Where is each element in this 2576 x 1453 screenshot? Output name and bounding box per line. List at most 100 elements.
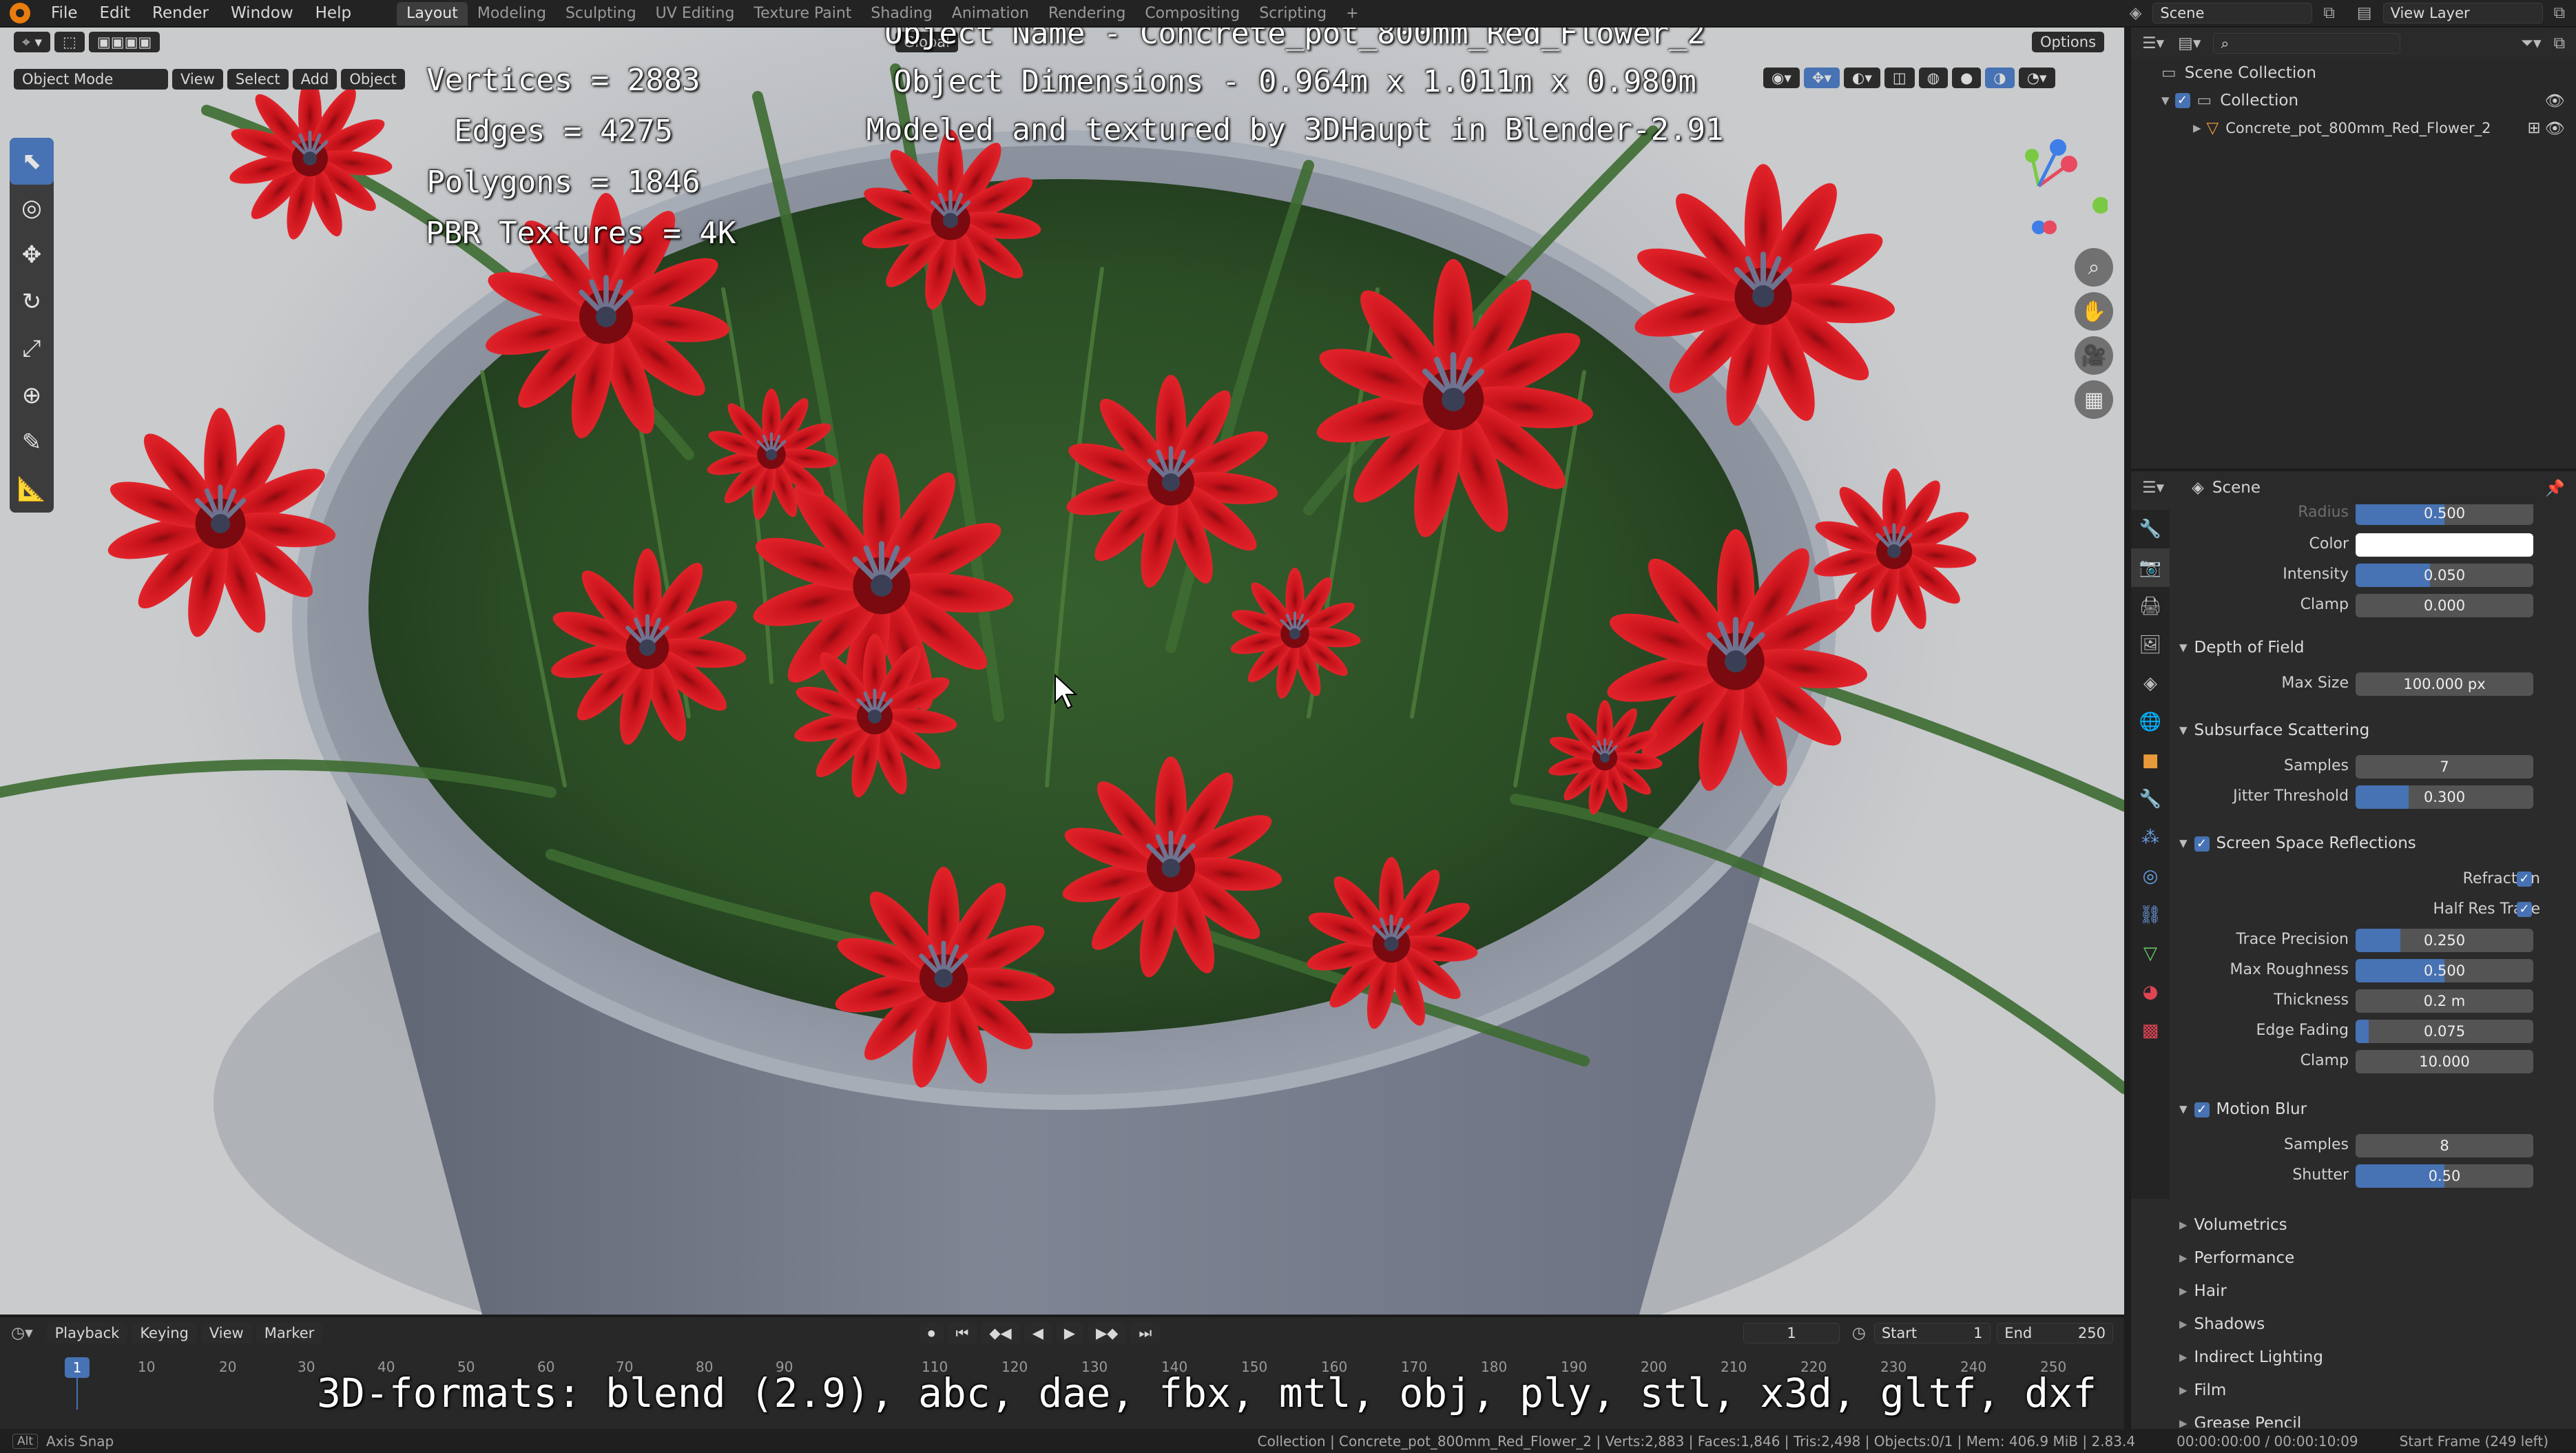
options-button[interactable]: Options — [2032, 32, 2105, 52]
outliner-row-scene-collection[interactable]: ▭ Scene Collection — [2131, 59, 2576, 87]
half-res-trace-checkbox[interactable]: ✓ — [2517, 902, 2532, 917]
camera-view-icon[interactable]: 🎥 — [2075, 336, 2113, 375]
new-collection-icon[interactable]: ⧉ — [2554, 34, 2565, 52]
tool-tab-icon[interactable]: 🔧 — [2131, 510, 2170, 548]
panel-subsurface-scattering[interactable]: ▾ Subsurface Scattering — [2170, 715, 2576, 745]
modifier-icon[interactable]: ⊞ — [2528, 119, 2541, 137]
panel-screen-space-reflections[interactable]: ▾ ✓ Screen Space Reflections — [2170, 828, 2576, 858]
ssr-clamp-field[interactable]: 10.000 — [2356, 1050, 2533, 1073]
menu-keying[interactable]: Keying — [132, 1323, 197, 1343]
measure-tool-icon[interactable]: 📐 — [10, 466, 54, 513]
expand-arrow-icon[interactable]: ▸ — [2193, 119, 2201, 137]
pin-icon[interactable]: 📌 — [2545, 479, 2565, 497]
shading-solid-icon[interactable]: ● — [1952, 68, 1982, 88]
shading-rendered-icon[interactable]: ◔▾ — [2018, 68, 2055, 88]
tab-scripting[interactable]: Scripting — [1249, 2, 1336, 25]
outliner-row-collection[interactable]: ▾ ✓ ▭ Collection 👁 — [2131, 87, 2576, 114]
collapse-arrow-icon[interactable]: ▾ — [2161, 92, 2170, 110]
menu-select[interactable]: Select — [227, 69, 289, 90]
sss-samples-field[interactable]: 7 — [2356, 755, 2533, 779]
shading-material-icon[interactable]: ◑ — [1985, 68, 2015, 88]
outliner-row-object[interactable]: ▸ ▽ Concrete_pot_800mm_Red_Flower_2 ⊞ 👁 — [2131, 114, 2576, 142]
tab-layout[interactable]: Layout — [397, 2, 468, 25]
mb-samples-field[interactable]: 8 — [2356, 1134, 2533, 1157]
modifier-tab-icon[interactable]: 🔧 — [2131, 780, 2170, 818]
start-frame-field[interactable]: Start 1 — [1873, 1323, 1991, 1343]
play-reverse-icon[interactable]: ◀ — [1024, 1323, 1052, 1343]
jitter-threshold-slider[interactable]: 0.300 — [2356, 785, 2533, 809]
record-icon[interactable]: ⏺ — [920, 1323, 944, 1343]
select-box-icon[interactable]: ⬚ — [54, 32, 85, 52]
particles-tab-icon[interactable]: ⁂ — [2131, 818, 2170, 857]
panel-motion-blur[interactable]: ▾ ✓ Motion Blur — [2170, 1094, 2576, 1124]
clamp-field[interactable]: 0.000 — [2356, 594, 2533, 617]
thickness-field[interactable]: 0.2 m — [2356, 989, 2533, 1013]
tab-animation[interactable]: Animation — [942, 2, 1039, 25]
overlay-icon[interactable]: ◐▾ — [1844, 68, 1880, 88]
menu-help[interactable]: Help — [304, 0, 362, 26]
panel-hair[interactable]: ▸ Hair — [2170, 1276, 2576, 1306]
cursor-tool-icon[interactable]: ◎ — [10, 185, 54, 231]
prev-keyframe-icon[interactable]: ◆◀ — [981, 1323, 1020, 1343]
data-tab-icon[interactable]: ▽ — [2131, 934, 2170, 973]
shutter-slider[interactable]: 0.50 — [2356, 1164, 2533, 1188]
play-icon[interactable]: ▶ — [1055, 1323, 1084, 1343]
timeline-editor-icon[interactable]: ◷▾ — [11, 1324, 33, 1342]
editor-type-icon[interactable]: ⌖ ▾ — [14, 32, 51, 52]
menu-playback[interactable]: Playback — [46, 1323, 128, 1343]
menu-add[interactable]: Add — [292, 69, 337, 90]
blender-logo-icon[interactable] — [10, 3, 30, 23]
panel-depth-of-field[interactable]: ▾ Depth of Field — [2170, 632, 2576, 663]
filter-icon[interactable]: ⏷▾ — [2521, 34, 2542, 52]
scene-tab-icon[interactable]: ◈ — [2131, 664, 2170, 703]
shading-wire-icon[interactable]: ◍ — [1918, 68, 1949, 88]
navigation-gizmo[interactable] — [1997, 124, 2109, 234]
new-scene-icon[interactable]: ⧉ — [2312, 0, 2345, 26]
end-frame-field[interactable]: End 250 — [1997, 1323, 2113, 1343]
object-tab-icon[interactable]: ■ — [2131, 741, 2170, 780]
physics-tab-icon[interactable]: ◎ — [2131, 857, 2170, 896]
material-tab-icon[interactable]: ◕ — [2131, 973, 2170, 1011]
tab-shading[interactable]: Shading — [861, 2, 942, 25]
outliner-editor-icon[interactable]: ☰▾ — [2142, 34, 2164, 52]
playhead[interactable]: 1 — [65, 1357, 90, 1378]
mode-selector[interactable]: Object Mode — [14, 69, 168, 90]
3d-viewport[interactable]: ⌖ ▾ ⬚ ▣▣▣▣ Object Mode View Select Add O… — [0, 28, 2124, 1315]
view-layer-icon[interactable]: ▤ — [2346, 0, 2383, 26]
annotate-tool-icon[interactable]: ✎ — [10, 419, 54, 466]
current-frame-field[interactable]: 1 — [1743, 1323, 1840, 1343]
rotate-tool-icon[interactable]: ↻ — [10, 278, 54, 325]
move-tool-icon[interactable]: ✥ — [10, 231, 54, 278]
bloom-color-swatch[interactable] — [2356, 533, 2533, 557]
menu-edit[interactable]: Edit — [89, 0, 142, 26]
constraints-tab-icon[interactable]: ⛓ — [2131, 896, 2170, 934]
menu-window[interactable]: Window — [220, 0, 304, 26]
ssr-enable-checkbox[interactable]: ✓ — [2194, 836, 2210, 852]
menu-marker[interactable]: Marker — [256, 1323, 323, 1343]
menu-object[interactable]: Object — [341, 69, 405, 90]
display-mode-icon[interactable]: ▤▾ — [2178, 34, 2201, 52]
motion-blur-checkbox[interactable]: ✓ — [2194, 1102, 2210, 1117]
next-keyframe-icon[interactable]: ▶◆ — [1088, 1323, 1127, 1343]
refraction-checkbox[interactable]: ✓ — [2517, 872, 2532, 887]
selection-mode-icons[interactable]: ▣▣▣▣ — [88, 32, 160, 52]
properties-editor-icon[interactable]: ☰▾ — [2142, 479, 2164, 497]
visibility-eye-icon[interactable]: 👁 — [2545, 119, 2565, 138]
preview-range-icon[interactable]: ◷ — [1852, 1324, 1866, 1342]
intensity-slider[interactable]: 0.050 — [2356, 564, 2533, 587]
panel-shadows[interactable]: ▸ Shadows — [2170, 1309, 2576, 1339]
menu-timeline-view[interactable]: View — [200, 1323, 252, 1343]
max-roughness-slider[interactable]: 0.500 — [2356, 959, 2533, 982]
world-tab-icon[interactable]: 🌐 — [2131, 703, 2170, 741]
view-layer-selector[interactable]: View Layer — [2382, 3, 2543, 23]
transform-tool-icon[interactable]: ⊕ — [10, 372, 54, 419]
panel-indirect-lighting[interactable]: ▸ Indirect Lighting — [2170, 1342, 2576, 1372]
outliner-search-input[interactable]: ⌕ — [2213, 33, 2401, 54]
tab-uv-editing[interactable]: UV Editing — [646, 2, 745, 25]
new-view-layer-icon[interactable]: ⧉ — [2543, 0, 2576, 26]
trace-precision-slider[interactable]: 0.250 — [2356, 929, 2533, 952]
tab-compositing[interactable]: Compositing — [1135, 2, 1249, 25]
scene-selector[interactable]: Scene — [2152, 3, 2313, 23]
zoom-icon[interactable]: ⌕ — [2075, 248, 2113, 287]
tab-texture-paint[interactable]: Texture Paint — [744, 2, 861, 25]
